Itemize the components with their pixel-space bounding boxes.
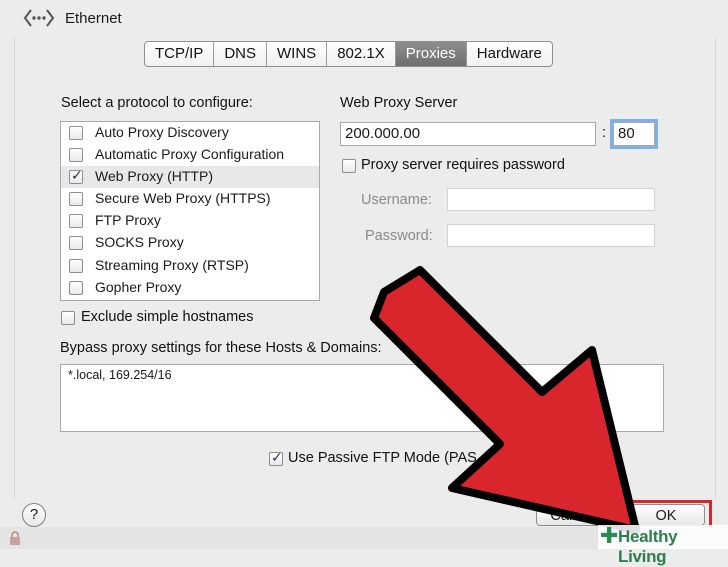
window-title: Ethernet	[65, 10, 122, 27]
plus-icon: ✚	[600, 523, 619, 548]
passive-ftp-checkbox[interactable]: ✓	[269, 449, 283, 466]
protocol-row-auto-proxy-discovery[interactable]: Auto Proxy Discovery	[61, 122, 319, 144]
protocol-checkbox[interactable]	[69, 281, 83, 295]
protocol-checkbox[interactable]	[69, 259, 83, 273]
network-arrows-icon[interactable]	[22, 7, 56, 29]
tab-8021x[interactable]: 802.1X	[327, 42, 396, 66]
protocol-list: Auto Proxy Discovery Automatic Proxy Con…	[60, 121, 320, 301]
lock-icon[interactable]	[8, 531, 22, 545]
protocol-row-web-proxy-http[interactable]: ✓ Web Proxy (HTTP)	[61, 166, 319, 188]
protocol-label: Web Proxy (HTTP)	[95, 168, 213, 184]
exclude-hostnames-label: Exclude simple hostnames	[81, 309, 254, 325]
protocol-checkbox[interactable]	[69, 148, 83, 162]
protocol-heading: Select a protocol to configure:	[61, 95, 253, 111]
tab-dns[interactable]: DNS	[214, 42, 268, 66]
web-proxy-server-heading: Web Proxy Server	[340, 95, 458, 111]
protocol-row-socks-proxy[interactable]: SOCKS Proxy	[61, 232, 319, 254]
proxy-address-field[interactable]: 200.000.00	[340, 122, 596, 146]
cancel-button[interactable]: Cancel	[536, 504, 610, 526]
tab-wins[interactable]: WINS	[267, 42, 328, 66]
tab-proxies[interactable]: Proxies	[395, 42, 467, 66]
checkmark-icon: ✓	[71, 167, 83, 183]
tab-bar: TCP/IP DNS WINS 802.1X Proxies Hardware	[144, 41, 553, 67]
protocol-row-gopher-proxy[interactable]: Gopher Proxy	[61, 277, 319, 299]
username-label: Username:	[361, 192, 432, 208]
password-label: Password:	[365, 228, 433, 244]
protocol-checkbox[interactable]	[69, 214, 83, 228]
tab-hardware[interactable]: Hardware	[467, 42, 552, 66]
protocol-row-streaming-proxy-rtsp[interactable]: Streaming Proxy (RTSP)	[61, 255, 319, 277]
exclude-hostnames-checkbox[interactable]	[61, 311, 75, 325]
protocol-row-ftp-proxy[interactable]: FTP Proxy	[61, 210, 319, 232]
protocol-row-automatic-proxy-configuration[interactable]: Automatic Proxy Configuration	[61, 144, 319, 166]
proxy-port-field[interactable]: 80	[610, 119, 658, 149]
protocol-label: Auto Proxy Discovery	[95, 124, 229, 140]
bypass-label: Bypass proxy settings for these Hosts & …	[60, 340, 382, 356]
protocol-checkbox[interactable]	[69, 192, 83, 206]
protocol-checkbox[interactable]	[69, 236, 83, 250]
protocol-label: SOCKS Proxy	[95, 234, 184, 250]
tab-tcpip[interactable]: TCP/IP	[145, 42, 215, 66]
port-separator: :	[602, 125, 607, 141]
username-field[interactable]	[447, 188, 655, 211]
help-button[interactable]: ?	[22, 503, 46, 527]
protocol-label: Automatic Proxy Configuration	[95, 146, 285, 162]
protocol-label: FTP Proxy	[95, 212, 161, 228]
checkmark-icon: ✓	[271, 449, 283, 465]
requires-password-label: Proxy server requires password	[361, 157, 565, 173]
protocol-checkbox[interactable]	[69, 126, 83, 140]
passive-ftp-label: Use Passive FTP Mode (PAS	[288, 450, 477, 466]
watermark-text: Healthy Living	[618, 527, 678, 566]
requires-password-checkbox[interactable]	[342, 159, 356, 173]
password-field[interactable]	[447, 224, 655, 247]
protocol-label: Gopher Proxy	[95, 279, 182, 295]
protocol-label: Streaming Proxy (RTSP)	[95, 257, 249, 273]
protocol-checkbox[interactable]: ✓	[69, 167, 83, 184]
bypass-textarea[interactable]: *.local, 169.254/16	[60, 364, 664, 432]
protocol-row-secure-web-proxy-https[interactable]: Secure Web Proxy (HTTPS)	[61, 188, 319, 210]
protocol-label: Secure Web Proxy (HTTPS)	[95, 190, 271, 206]
